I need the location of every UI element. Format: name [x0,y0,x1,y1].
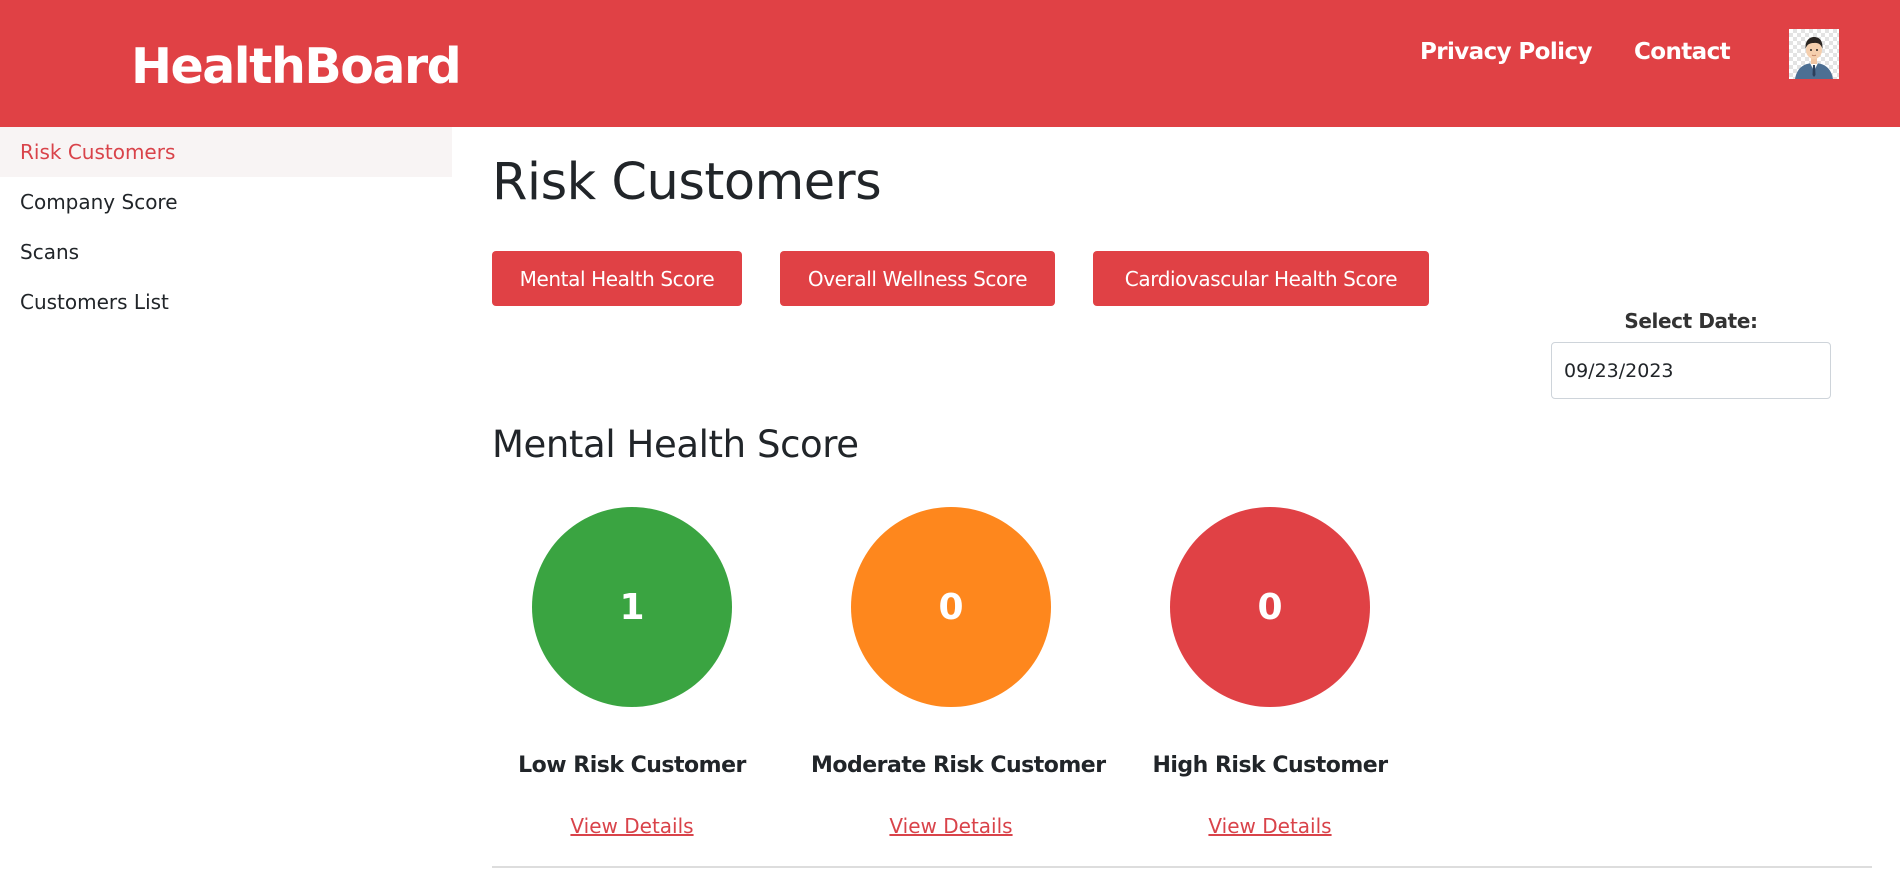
mental-health-score-button[interactable]: Mental Health Score [492,251,742,306]
select-date-label: Select Date: [1624,309,1758,333]
user-avatar[interactable] [1789,29,1839,79]
low-risk-label: Low Risk Customer [518,753,746,778]
high-risk-label: High Risk Customer [1152,753,1388,778]
low-risk-view-details-link[interactable]: View Details [570,814,693,838]
moderate-risk-card: 0 Moderate Risk Customer View Details [811,507,1106,838]
section-title: Mental Health Score [492,423,859,466]
nav-privacy-policy[interactable]: Privacy Policy [1420,39,1592,65]
top-header: HealthBoard Privacy Policy Contact [0,0,1900,127]
brand-logo[interactable]: HealthBoard [131,38,462,95]
sidebar-item-risk-customers[interactable]: Risk Customers [0,127,452,177]
sidebar-item-company-score[interactable]: Company Score [0,177,452,227]
section-divider [492,866,1872,868]
nav-contact[interactable]: Contact [1634,39,1731,65]
low-risk-count-circle: 1 [532,507,732,707]
sidebar: Risk Customers Company Score Scans Custo… [0,127,452,871]
sidebar-item-scans[interactable]: Scans [0,227,452,277]
sidebar-item-customers-list[interactable]: Customers List [0,277,452,327]
high-risk-count-circle: 0 [1170,507,1370,707]
moderate-risk-view-details-link[interactable]: View Details [889,814,1012,838]
low-risk-card: 1 Low Risk Customer View Details [492,507,772,838]
high-risk-view-details-link[interactable]: View Details [1208,814,1331,838]
main-content: Risk Customers Mental Health Score Overa… [492,127,1872,871]
cardiovascular-health-score-button[interactable]: Cardiovascular Health Score [1093,251,1429,306]
page-title: Risk Customers [492,153,882,212]
user-avatar-icon [1795,37,1833,79]
high-risk-card: 0 High Risk Customer View Details [1130,507,1410,838]
moderate-risk-label: Moderate Risk Customer [811,753,1106,778]
date-input[interactable] [1551,342,1831,399]
moderate-risk-count-circle: 0 [851,507,1051,707]
overall-wellness-score-button[interactable]: Overall Wellness Score [780,251,1055,306]
